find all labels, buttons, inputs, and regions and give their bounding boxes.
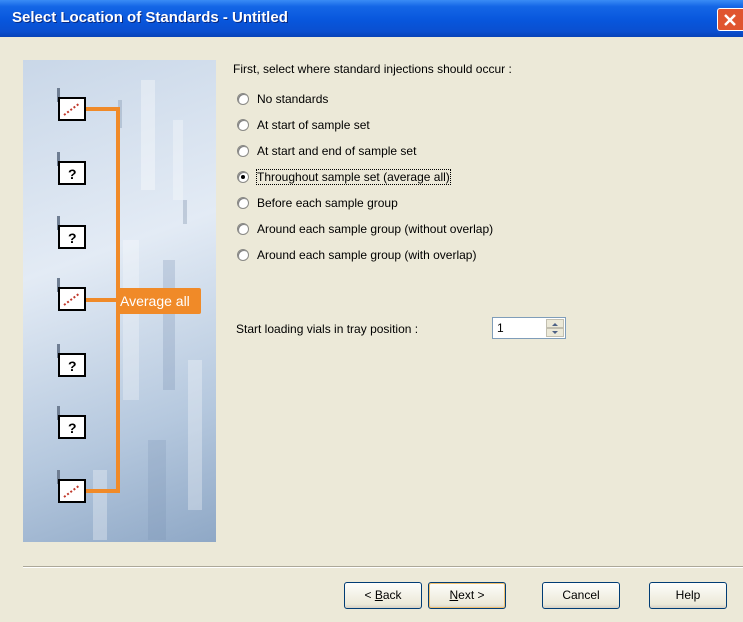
- question-icon: ?: [68, 166, 77, 182]
- radio-label: No standards: [257, 92, 329, 106]
- question-icon: ?: [68, 420, 77, 436]
- title-bar[interactable]: Select Location of Standards - Untitled: [0, 0, 743, 37]
- close-icon: [724, 14, 736, 26]
- callout-label: Average all: [120, 293, 190, 309]
- prompt-text: First, select where standard injections …: [233, 62, 512, 76]
- tray-position-spinner[interactable]: 1: [492, 317, 566, 339]
- separator: [23, 566, 743, 568]
- unknown-vial-6: ?: [57, 406, 86, 439]
- question-icon: ?: [68, 358, 77, 374]
- next-label: ext >: [458, 588, 485, 602]
- radio-label: Around each sample group (with overlap): [257, 248, 477, 262]
- close-button[interactable]: [717, 8, 743, 31]
- spinner-buttons: [546, 319, 564, 337]
- standards-illustration: ? ? ? ? Average all: [23, 60, 216, 542]
- radio-label: At start of sample set: [257, 118, 370, 132]
- back-prefix: <: [364, 588, 375, 602]
- radio-label: At start and end of sample set: [257, 144, 417, 158]
- back-mnemonic: B: [374, 588, 383, 602]
- radio-label: Throughout sample set (average all): [256, 169, 451, 185]
- help-button[interactable]: Help: [649, 582, 727, 609]
- back-button[interactable]: < Back: [344, 582, 422, 609]
- cancel-button[interactable]: Cancel: [542, 582, 620, 609]
- radio-label: Around each sample group (without overla…: [257, 222, 494, 236]
- radio-button-selected[interactable]: [237, 171, 249, 183]
- radio-label: Before each sample group: [257, 196, 398, 210]
- question-icon: ?: [68, 230, 77, 246]
- standard-vial-4: [57, 278, 86, 311]
- radio-button[interactable]: [237, 145, 249, 157]
- radio-button[interactable]: [237, 249, 249, 261]
- spin-up-button[interactable]: [546, 319, 564, 328]
- standard-vial-7: [57, 470, 86, 503]
- tray-position-value[interactable]: 1: [497, 321, 504, 335]
- radio-button[interactable]: [237, 197, 249, 209]
- down-arrow-icon: [552, 331, 558, 334]
- spin-down-button[interactable]: [546, 328, 564, 337]
- radio-button[interactable]: [237, 93, 249, 105]
- unknown-vial-3: ?: [57, 216, 86, 249]
- window-title: Select Location of Standards - Untitled: [12, 9, 288, 26]
- radio-button[interactable]: [237, 223, 249, 235]
- unknown-vial-5: ?: [57, 344, 86, 377]
- dialog-window: Select Location of Standards - Untitled: [0, 0, 743, 622]
- back-label: ack: [382, 588, 402, 602]
- next-button[interactable]: Next >: [428, 582, 506, 609]
- up-arrow-icon: [552, 323, 558, 326]
- standard-vial-1: [57, 88, 86, 121]
- average-all-callout: Average all: [116, 288, 201, 314]
- tray-position-label: Start loading vials in tray position :: [236, 322, 419, 336]
- radio-button[interactable]: [237, 119, 249, 131]
- next-mnemonic: N: [449, 588, 459, 602]
- unknown-vial-2: ?: [57, 152, 86, 185]
